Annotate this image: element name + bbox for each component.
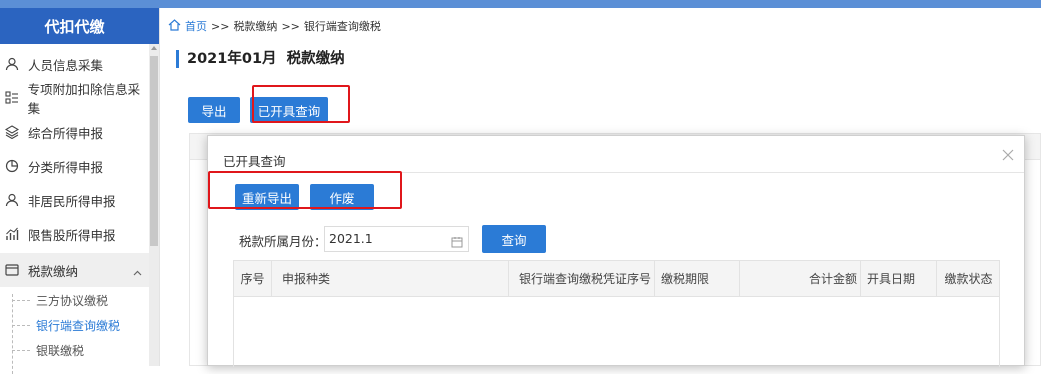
sidebar-item-nonresident[interactable]: 非居民所得申报 — [0, 183, 150, 217]
subitem-label: 三方协议缴税 — [36, 294, 109, 308]
column-header-payment-deadline: 缴税期限 — [655, 261, 740, 297]
export-button[interactable]: 导出 — [188, 97, 240, 123]
sidebar-item-label: 专项附加扣除信息采集 — [27, 82, 141, 116]
column-header-index: 序号 — [234, 261, 272, 297]
highlight-box — [252, 85, 350, 123]
issued-query-dialog: 已开具查询 重新导出 作废 税款所属月份： 2021.1 查询 序号 申报种类 … — [207, 135, 1025, 367]
sidebar-item-label: 人员信息采集 — [28, 57, 104, 73]
column-header-voucher-no: 银行端查询缴税凭证序号 — [509, 261, 655, 297]
sidebar-item-label: 税款缴纳 — [28, 263, 79, 279]
sidebar-title: 代扣代缴 — [0, 8, 159, 44]
tax-month-label: 税款所属月份： — [239, 234, 327, 249]
subitem-bank-query[interactable]: 银行端查询缴税 — [0, 313, 150, 338]
issued-records-table: 序号 申报种类 银行端查询缴税凭证序号 缴税期限 合计金额 开具日期 缴款状态 — [233, 260, 1000, 367]
column-header-issue-date: 开具日期 — [861, 261, 937, 297]
breadcrumb-separator: >> — [211, 19, 230, 33]
tax-month-input[interactable]: 2021.1 — [324, 226, 469, 252]
sidebar-item-person-info[interactable]: 人员信息采集 — [0, 47, 150, 81]
breadcrumb-separator: >> — [281, 19, 300, 33]
chevron-up-icon — [133, 264, 142, 279]
sidebar-item-restricted-shares[interactable]: 限售股所得申报 — [0, 217, 150, 251]
sidebar-scroll-thumb[interactable] — [150, 56, 158, 246]
breadcrumb-level2: 银行端查询缴税 — [303, 20, 381, 33]
column-header-declaration-type: 申报种类 — [272, 261, 509, 297]
sidebar-item-label: 非居民所得申报 — [28, 193, 116, 209]
table-header: 序号 申报种类 银行端查询缴税凭证序号 缴税期限 合计金额 开具日期 缴款状态 — [234, 261, 999, 297]
close-icon[interactable] — [1002, 146, 1014, 165]
sidebar-item-label: 限售股所得申报 — [28, 227, 116, 243]
sidebar-item-comprehensive-income[interactable]: 综合所得申报 — [0, 115, 150, 149]
pie-icon — [4, 158, 20, 174]
layers-icon — [4, 124, 20, 140]
subitem-label: 银联缴税 — [36, 344, 85, 358]
breadcrumb-home[interactable]: 首页 — [185, 18, 207, 34]
query-button[interactable]: 查询 — [482, 225, 546, 253]
subitem-label: 银行端查询缴税 — [36, 319, 121, 333]
scroll-up-arrow-icon[interactable] — [151, 46, 157, 50]
list-icon — [4, 90, 20, 106]
sidebar-item-tax-payment[interactable]: 税款缴纳 — [0, 253, 150, 287]
subitem-tripartite-agreement[interactable]: 三方协议缴税 — [0, 288, 150, 313]
sidebar-item-special-deduction[interactable]: 专项附加扣除信息采集 — [0, 81, 150, 116]
home-icon[interactable] — [168, 18, 181, 34]
sidebar-item-label: 综合所得申报 — [28, 125, 104, 141]
tax-month-value: 2021.1 — [329, 231, 373, 246]
calendar-icon[interactable] — [451, 232, 463, 256]
person-icon — [4, 192, 20, 208]
subitem-unionpay[interactable]: 银联缴税 — [0, 338, 150, 363]
folder-icon — [4, 262, 20, 278]
sidebar: 代扣代缴 人员信息采集 专项附加扣除信息采集 综合所得申报 分类所得申报 非居民… — [0, 8, 160, 374]
top-bar — [0, 0, 1041, 8]
column-header-payment-status: 缴款状态 — [944, 272, 993, 286]
person-icon — [4, 56, 20, 72]
sidebar-item-classified-income[interactable]: 分类所得申报 — [0, 149, 150, 183]
breadcrumb-level1[interactable]: 税款缴纳 — [233, 18, 277, 34]
sidebar-item-label: 分类所得申报 — [28, 159, 104, 175]
bar-chart-icon — [4, 226, 20, 242]
page-title: 2021年01月 税款缴纳 — [176, 50, 345, 68]
column-header-total-amount: 合计金额 — [740, 261, 861, 297]
breadcrumb: 首页 >> 税款缴纳 >> 银行端查询缴税 — [168, 18, 381, 34]
highlight-box — [208, 171, 402, 209]
dialog-title: 已开具查询 — [223, 154, 286, 169]
